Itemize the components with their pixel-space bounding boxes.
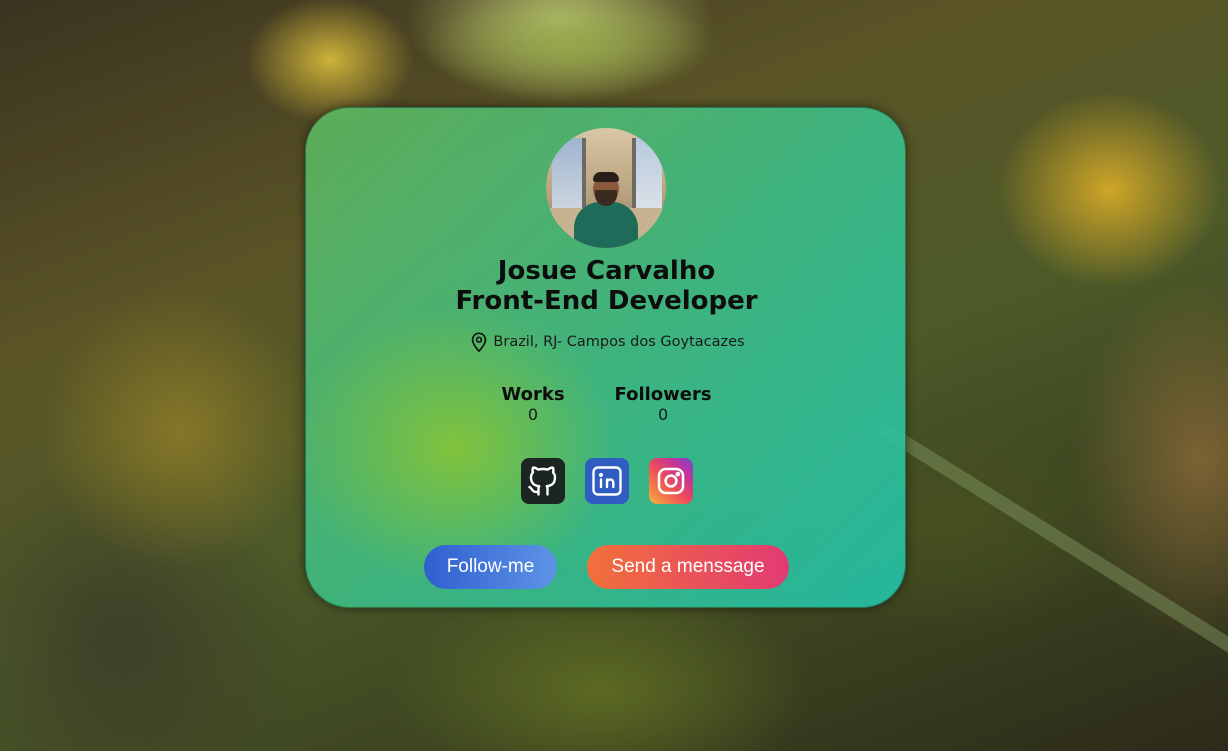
profile-stats: Works 0 Followers 0 — [306, 384, 905, 424]
profile-card: Josue Carvalho Front-End Developer Brazi… — [305, 107, 906, 608]
avatar — [546, 128, 666, 248]
profile-heading: Josue Carvalho Front-End Developer — [306, 256, 905, 316]
github-link[interactable] — [520, 458, 565, 504]
map-pin-icon — [472, 332, 487, 353]
profile-location: Brazil, RJ- Campos dos Goytacazes — [306, 330, 905, 354]
linkedin-link[interactable] — [584, 458, 629, 504]
github-icon — [527, 466, 556, 496]
background-road — [876, 421, 1228, 656]
stat-label: Works — [501, 384, 565, 405]
background-field — [420, 0, 720, 100]
profile-role: Front-End Developer — [455, 286, 758, 316]
profile-actions: Follow-me Send a menssage — [306, 545, 905, 589]
stat-label: Followers — [614, 384, 712, 405]
instagram-icon — [657, 467, 684, 495]
stat-followers: Followers 0 — [615, 384, 712, 424]
social-links — [306, 458, 905, 504]
linkedin-icon — [591, 466, 622, 496]
stat-value: 0 — [527, 405, 539, 424]
send-message-button[interactable]: Send a menssage — [587, 545, 789, 589]
profile-name: Josue Carvalho — [497, 256, 716, 286]
stat-works: Works 0 — [501, 384, 564, 424]
stat-value: 0 — [657, 405, 669, 424]
background-forest: Josue Carvalho Front-End Developer Brazi… — [0, 0, 1228, 751]
follow-button[interactable]: Follow-me — [424, 545, 557, 589]
instagram-link[interactable] — [648, 458, 693, 504]
location-text: Brazil, RJ- Campos dos Goytacazes — [493, 334, 745, 350]
